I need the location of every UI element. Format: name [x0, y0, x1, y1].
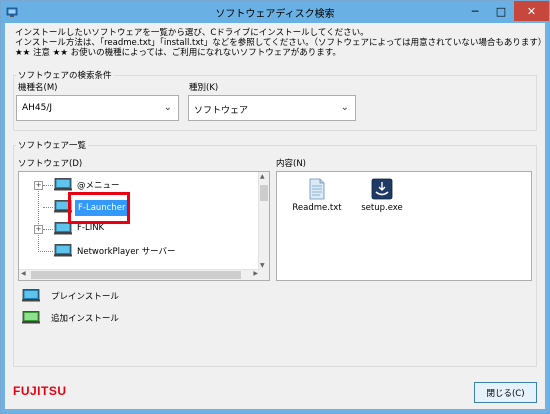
text-file-icon	[309, 178, 325, 200]
intro-line-2: インストール方法は、「readme.txt」「install.txt」などを参照…	[15, 38, 547, 48]
tree-vertical-scrollbar[interactable]: ▲ ▼	[258, 172, 269, 280]
dialog-body: インストールしたいソフトウェアを一覧から選び、Cドライブにインストールしてくださ…	[5, 23, 547, 409]
chevron-down-icon: ⌄	[340, 102, 349, 113]
model-label: 機種名(M)	[18, 83, 58, 93]
file-name: Readme.txt	[292, 203, 342, 213]
scroll-thumb[interactable]	[31, 271, 241, 279]
tree-item-label[interactable]: @メニュー	[77, 179, 120, 191]
type-select[interactable]: ソフトウェア ⌄	[188, 95, 356, 121]
software-list-label: ソフトウェア一覧	[16, 139, 89, 151]
preinstall-monitor-icon	[54, 244, 72, 257]
file-item[interactable]: Readme.txt	[287, 178, 347, 213]
scroll-right-icon[interactable]: ▶	[253, 270, 258, 277]
type-label: 種別(K)	[189, 83, 219, 93]
scroll-up-icon[interactable]: ▲	[260, 173, 265, 180]
intro-line-3: ★★ 注意 ★★ お使いの機種によっては、ご利用になれないソフトウェアがあります…	[15, 48, 341, 58]
title-bar[interactable]: ソフトウェアディスク検索 ─ □ ✕	[1, 1, 549, 23]
close-button[interactable]: 閉じる(C)	[474, 382, 537, 403]
search-conditions-label: ソフトウェアの検索条件	[16, 69, 114, 81]
software-label: ソフトウェア(D)	[18, 159, 83, 169]
minimize-button[interactable]: ─	[462, 1, 488, 21]
model-select-value: AH45/J	[22, 103, 53, 113]
tree-item-label[interactable]: NetworkPlayer サーバー	[77, 245, 176, 257]
close-window-button[interactable]: ✕	[514, 1, 549, 21]
expand-icon[interactable]: +	[34, 225, 43, 234]
scroll-down-icon[interactable]: ▼	[260, 262, 265, 269]
legend-additional: 追加インストール	[22, 311, 119, 324]
chevron-down-icon: ⌄	[163, 102, 172, 113]
dialog-window: ソフトウェアディスク検索 ─ □ ✕ インストールしたいソフトウェアを一覧から選…	[0, 0, 550, 414]
additional-monitor-icon	[22, 311, 40, 324]
highlight-box	[68, 192, 130, 224]
intro-text: インストールしたいソフトウェアを一覧から選び、Cドライブにインストールしてくださ…	[15, 28, 547, 58]
legend-additional-label: 追加インストール	[51, 313, 119, 324]
model-select[interactable]: AH45/J ⌄	[16, 95, 179, 121]
software-tree[interactable]: + @メニュー F-Launcher + F-LINK NetworkPlaye…	[18, 171, 270, 281]
preinstall-monitor-icon	[54, 178, 72, 191]
tree-horizontal-scrollbar[interactable]: ◀ ▶	[19, 269, 260, 280]
expand-icon[interactable]: +	[34, 181, 43, 190]
installer-icon	[371, 178, 393, 200]
file-name: setup.exe	[361, 203, 403, 213]
tree-item-label[interactable]: F-LINK	[77, 223, 104, 233]
scroll-thumb[interactable]	[260, 185, 268, 201]
maximize-button[interactable]: □	[488, 1, 514, 21]
contents-label: 内容(N)	[276, 159, 306, 169]
legend-preinstall-label: プレインストール	[51, 291, 119, 302]
contents-list[interactable]: Readme.txt setup.exe	[276, 171, 532, 281]
file-item[interactable]: setup.exe	[352, 178, 412, 213]
tree-connector	[38, 186, 39, 250]
preinstall-monitor-icon	[22, 289, 40, 302]
intro-line-1: インストールしたいソフトウェアを一覧から選び、Cドライブにインストールしてくださ…	[15, 28, 369, 38]
scroll-left-icon[interactable]: ◀	[21, 270, 26, 277]
legend-preinstall: プレインストール	[22, 289, 119, 302]
fujitsu-logo: FUJITSU	[13, 384, 67, 398]
type-select-value: ソフトウェア	[194, 106, 249, 116]
